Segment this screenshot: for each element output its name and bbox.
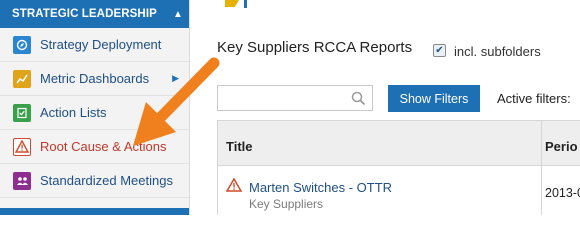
include-subfolders-label: incl. subfolders [454, 44, 541, 59]
sidebar-item-label: Strategy Deployment [40, 37, 162, 52]
sidebar-item-standardized-meetings[interactable]: Standardized Meetings [0, 164, 189, 198]
sidebar-item-action-lists[interactable]: Action Lists [0, 96, 189, 130]
caret-up-icon[interactable]: ▲ [173, 9, 183, 20]
report-folder: Key Suppliers [249, 197, 324, 211]
people-icon [13, 171, 31, 190]
search-icon[interactable] [351, 91, 366, 106]
sidebar-item-strategy-deployment[interactable]: Strategy Deployment [0, 28, 189, 62]
divider [244, 0, 247, 8]
sidebar-section-header[interactable]: STRATEGIC LEADERSHIP ▲ [0, 0, 189, 28]
sidebar-item-label: Action Lists [40, 105, 107, 120]
sidebar-next-section-header[interactable] [0, 208, 189, 215]
warning-icon [13, 137, 31, 156]
column-header-title[interactable]: Title [226, 139, 253, 154]
reports-table: Title Perio Marten Switches - OTTR Key S… [217, 120, 580, 215]
page: STRATEGIC LEADERSHIP ▲ Strategy Deployme… [0, 0, 580, 215]
sidebar: STRATEGIC LEADERSHIP ▲ Strategy Deployme… [0, 0, 190, 215]
folder-icon [225, 0, 239, 7]
sidebar-item-label: Metric Dashboards [40, 71, 150, 86]
main-content: Key Suppliers RCCA Reports ✔ incl. subfo… [190, 0, 580, 215]
sidebar-item-metric-dashboards[interactable]: Metric Dashboards ▶ [0, 62, 189, 96]
page-title: Key Suppliers RCCA Reports [217, 39, 413, 56]
table-header: Title Perio [218, 121, 580, 166]
table-row[interactable]: Marten Switches - OTTR Key Suppliers 201… [218, 166, 580, 215]
submenu-arrow-icon[interactable]: ▶ [172, 73, 179, 84]
show-filters-button[interactable]: Show Filters [388, 85, 480, 112]
compass-icon [13, 35, 31, 54]
sidebar-item-label: Standardized Meetings [40, 173, 173, 188]
checklist-icon [13, 103, 31, 122]
report-period: 2013-0 [545, 186, 580, 200]
sidebar-item-root-cause-actions[interactable]: Root Cause & Actions [0, 130, 189, 164]
chart-icon [13, 69, 31, 88]
column-header-period[interactable]: Perio [545, 139, 578, 154]
sidebar-item-label: Root Cause & Actions [40, 139, 167, 154]
sidebar-header-label: STRATEGIC LEADERSHIP [12, 8, 157, 20]
report-title-link[interactable]: Marten Switches - OTTR [249, 180, 392, 195]
search-input[interactable] [217, 85, 373, 111]
active-filters-label: Active filters: [497, 91, 571, 106]
warning-icon [226, 178, 242, 192]
include-subfolders-checkbox[interactable]: ✔ [433, 44, 446, 57]
